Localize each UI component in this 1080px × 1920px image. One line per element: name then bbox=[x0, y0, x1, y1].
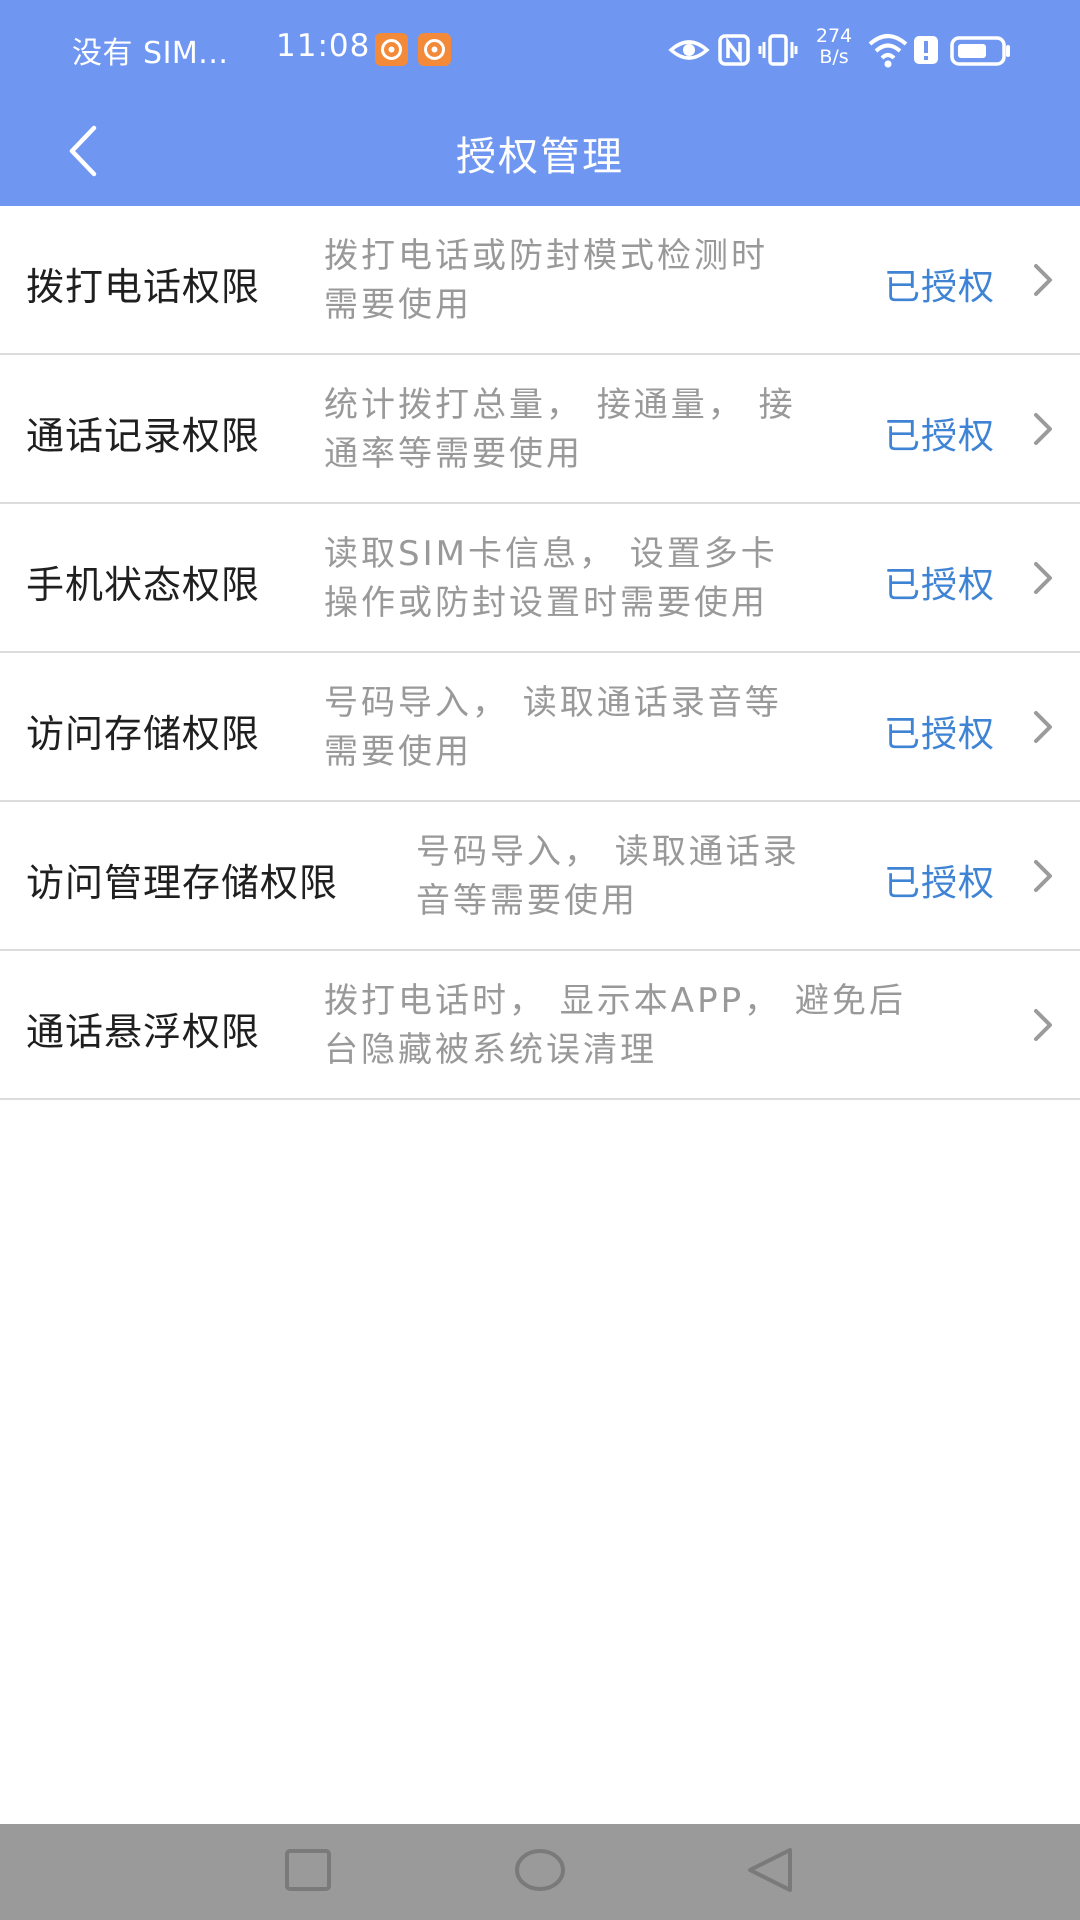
permission-status: 已授权 bbox=[884, 565, 996, 606]
battery-icon bbox=[950, 30, 1012, 74]
square-icon bbox=[285, 1849, 331, 1891]
permission-row-manage-storage[interactable]: 访问管理存储权限 号码导入， 读取通话录 音等需要使用 已授权 bbox=[0, 802, 1080, 951]
page-title: 授权管理 bbox=[456, 134, 624, 180]
permission-name: 通话悬浮权限 bbox=[26, 1010, 261, 1054]
permission-description: 号码导入， 读取通话录音等 需要使用 bbox=[324, 683, 782, 772]
permission-description: 号码导入， 读取通话录 音等需要使用 bbox=[416, 832, 800, 921]
permission-description: 读取SIM卡信息， 设置多卡 操作或防封设置时需要使用 bbox=[324, 534, 778, 623]
triangle-back-icon bbox=[748, 1848, 792, 1892]
permission-name: 拨打电话权限 bbox=[26, 265, 261, 309]
permission-description: 统计拨打总量， 接通量， 接 通率等需要使用 bbox=[324, 385, 796, 474]
wifi-icon bbox=[866, 30, 910, 74]
permission-row-overlay[interactable]: 通话悬浮权限 拨打电话时， 显示本APP， 避免后 台隐藏被系统误清理 bbox=[0, 951, 1080, 1100]
chevron-right-icon bbox=[1034, 1009, 1052, 1041]
permission-status: 已授权 bbox=[884, 863, 996, 904]
chevron-right-icon bbox=[1034, 711, 1052, 743]
system-back-button[interactable] bbox=[740, 1842, 800, 1902]
notification-app-icon bbox=[418, 33, 451, 66]
clock: 11:08 bbox=[276, 28, 371, 64]
notification-app-icon bbox=[375, 33, 408, 66]
vibrate-icon bbox=[758, 30, 798, 74]
permission-row-call-log[interactable]: 通话记录权限 统计拨打总量， 接通量， 接 通率等需要使用 已授权 bbox=[0, 355, 1080, 504]
home-button[interactable] bbox=[510, 1842, 570, 1902]
permission-name: 通话记录权限 bbox=[26, 414, 261, 458]
recent-apps-button[interactable] bbox=[278, 1842, 338, 1902]
permission-name: 访问管理存储权限 bbox=[26, 861, 339, 905]
nfc-icon bbox=[718, 30, 750, 74]
status-bar: 没有 SIM... 11:08 274 B/s bbox=[0, 0, 1080, 100]
network-speed: 274 B/s bbox=[815, 25, 853, 68]
carrier-label: 没有 SIM... bbox=[72, 36, 229, 71]
system-navigation-bar bbox=[0, 1824, 1080, 1920]
permission-name: 手机状态权限 bbox=[26, 563, 261, 607]
permission-description: 拨打电话时， 显示本APP， 避免后 台隐藏被系统误清理 bbox=[324, 981, 906, 1070]
alert-icon bbox=[912, 30, 940, 74]
permission-description: 拨打电话或防封模式检测时 需要使用 bbox=[324, 236, 768, 325]
chevron-right-icon bbox=[1034, 860, 1052, 892]
permission-row-call[interactable]: 拨打电话权限 拨打电话或防封模式检测时 需要使用 已授权 bbox=[0, 206, 1080, 355]
chevron-right-icon bbox=[1034, 264, 1052, 296]
permission-row-storage[interactable]: 访问存储权限 号码导入， 读取通话录音等 需要使用 已授权 bbox=[0, 653, 1080, 802]
chevron-right-icon bbox=[1034, 562, 1052, 594]
permission-status: 已授权 bbox=[884, 416, 996, 457]
permission-list: 拨打电话权限 拨打电话或防封模式检测时 需要使用 已授权 通话记录权限 统计拨打… bbox=[0, 206, 1080, 1100]
eye-icon bbox=[668, 30, 710, 74]
permission-status: 已授权 bbox=[884, 267, 996, 308]
navigation-bar: 授权管理 bbox=[0, 100, 1080, 206]
permission-status: 已授权 bbox=[884, 714, 996, 755]
circle-icon bbox=[515, 1849, 565, 1891]
app-header: 没有 SIM... 11:08 274 B/s 授权管理 bbox=[0, 0, 1080, 206]
permission-name: 访问存储权限 bbox=[26, 712, 261, 756]
chevron-right-icon bbox=[1034, 413, 1052, 445]
permission-row-phone-state[interactable]: 手机状态权限 读取SIM卡信息， 设置多卡 操作或防封设置时需要使用 已授权 bbox=[0, 504, 1080, 653]
